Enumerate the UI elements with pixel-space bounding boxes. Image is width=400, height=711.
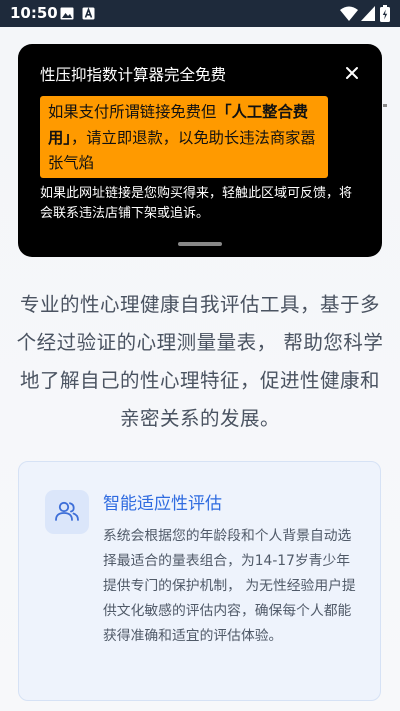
background-edge-mark: [383, 104, 387, 107]
status-time: 10:50: [10, 4, 58, 22]
feature-card-adaptive-assessment: 智能适应性评估 系统会根据您的年龄段和个人背景自动选择最适合的量表组合，为14-…: [18, 461, 381, 701]
feature-icon-box: [45, 490, 89, 534]
warning-text-post: ，请立即退款，以免助长违法商家嚣张气焰: [48, 128, 316, 173]
app-description: 专业的性心理健康自我评估工具，基于多个经过验证的心理测量量表， 帮助您科学地了解…: [16, 293, 384, 430]
close-button[interactable]: [340, 61, 364, 85]
signal-icon: [361, 6, 375, 21]
users-icon: [55, 501, 79, 521]
warning-box: 如果支付所谓链接免费但「人工整合费用」，请立即退款，以免助长违法商家嚣张气焰: [40, 96, 328, 178]
close-icon[interactable]: [340, 61, 364, 85]
drag-handle[interactable]: [178, 242, 222, 246]
wifi-icon: [340, 6, 358, 21]
battery-icon: [380, 5, 390, 22]
feature-card-title: 智能适应性评估: [103, 494, 222, 514]
warning-text-pre: 如果支付所谓链接免费但: [48, 103, 217, 121]
feedback-note[interactable]: 如果此网址链接是您购买得来，轻触此区域可反馈，将会联系违法店铺下架或追诉。: [40, 184, 362, 224]
popup-title: 性压抑指数计算器完全免费: [40, 66, 227, 84]
feature-card-text: 系统会根据您的年龄段和个人背景自动选择最适合的量表组合，为14-17岁青少年提供…: [103, 528, 356, 644]
image-icon: [60, 7, 74, 20]
warning-text: 如果支付所谓链接免费但「人工整合费用」，请立即退款，以免助长违法商家嚣张气焰: [48, 100, 326, 177]
free-notice-popup[interactable]: 性压抑指数计算器完全免费 如果支付所谓链接免费但「人工整合费用」，请立即退款，以…: [18, 44, 382, 257]
status-bar: 10:50: [0, 0, 400, 27]
a-box-icon: [82, 7, 95, 20]
